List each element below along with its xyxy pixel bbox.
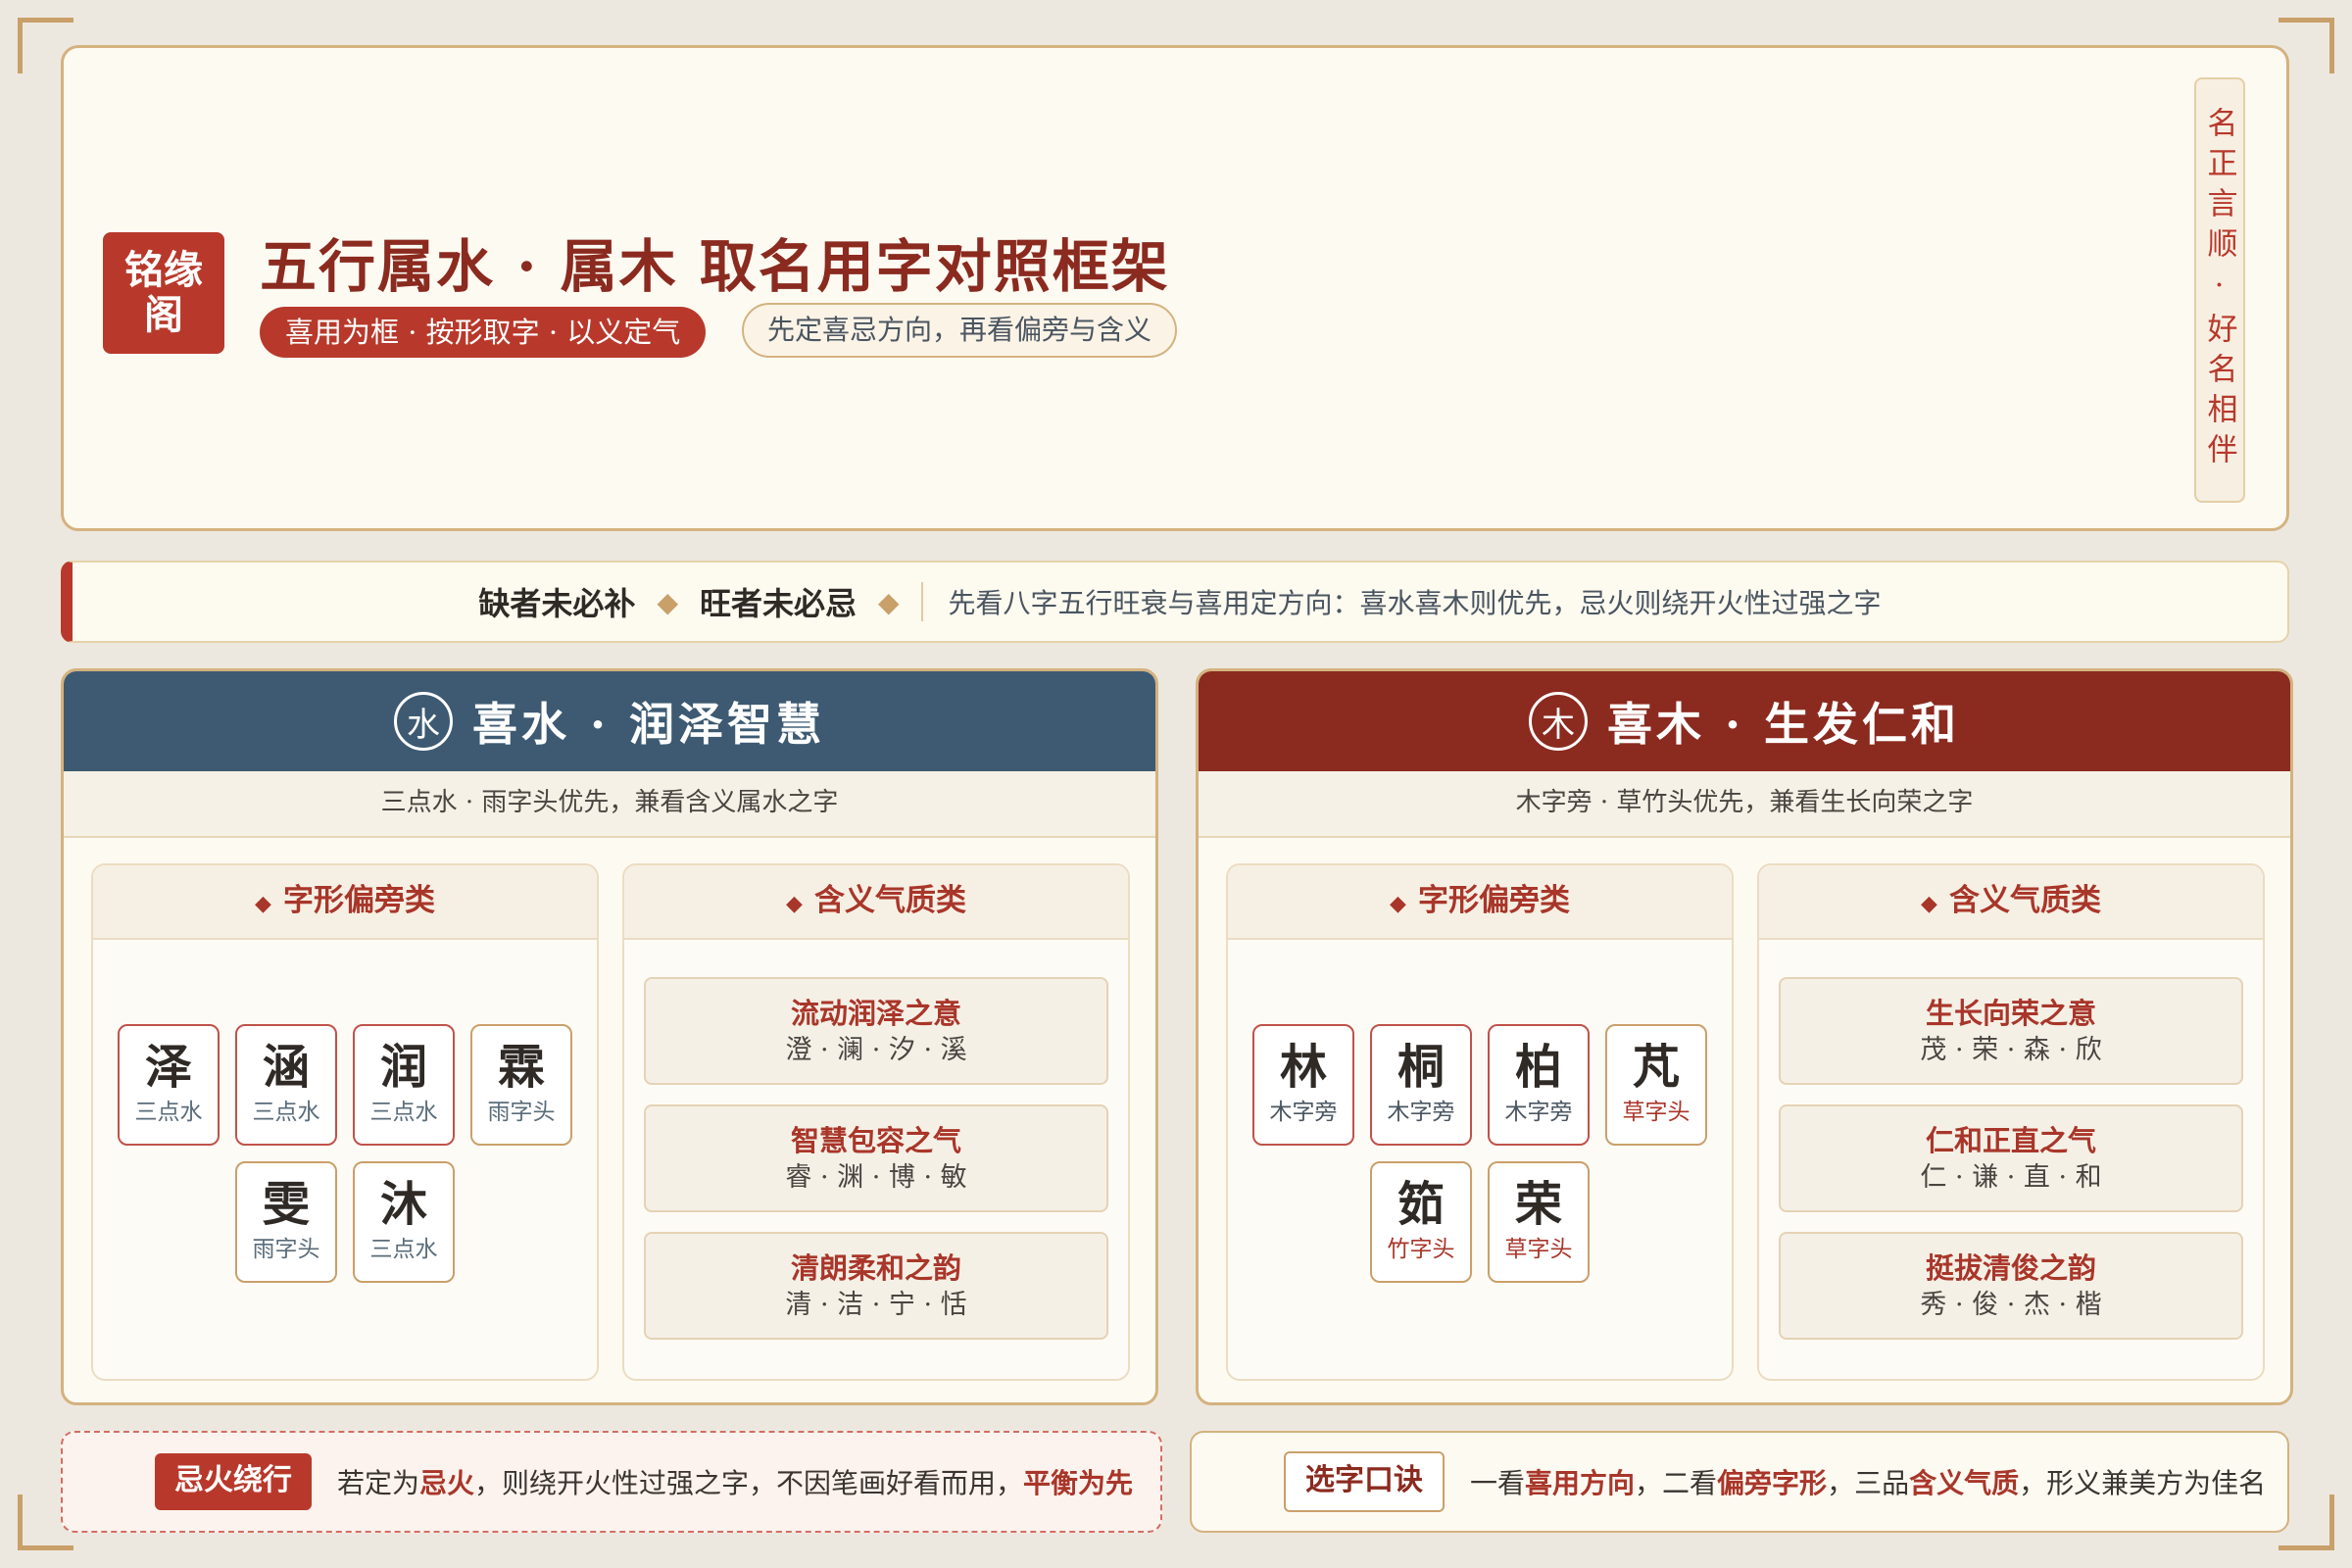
vertical-motto: 名正言顺·好名相伴 [2194, 77, 2245, 503]
water-panel-title: 喜水 · 润泽智慧 [471, 698, 826, 751]
water-panel-subtitle: 三点水 · 雨字头优先，兼看含义属水之字 [64, 771, 1155, 838]
divider [920, 582, 923, 621]
wood-meaning-list: 生长向荣之意茂 · 荣 · 森 · 欣 仁和正直之气仁 · 谦 · 直 · 和 … [1759, 940, 2263, 1340]
water-element-icon: 水 [393, 692, 453, 751]
wood-char-grid: 林木字旁 桐木字旁 柏木字旁 芃草字头 筎竹字头 荣草字头 [1228, 940, 1732, 1283]
water-panel: 水 喜水 · 润泽智慧 三点水 · 雨字头优先，兼看含义属水之字 ◆ 字形偏旁类 … [61, 668, 1158, 1405]
vertical-motto-text: 名正言顺·好名相伴 [2201, 107, 2237, 473]
char-card: 林木字旁 [1252, 1024, 1354, 1146]
selection-tip-tag: 选字口诀 [1284, 1451, 1445, 1512]
char-card: 霖雨字头 [470, 1024, 572, 1146]
char-card: 泽三点水 [118, 1024, 220, 1146]
avoid-fire-text: 若定为忌火，则绕开火性过强之字，不因笔画好看而用，平衡为先 [337, 1467, 1134, 1499]
selection-tip-text: 一看喜用方向，二看偏旁字形，三品含义气质，形义兼美方为佳名 [1470, 1467, 2267, 1499]
principle-point-1: 缺者未必补 [478, 585, 636, 622]
meaning-card: 挺拔清俊之韵秀 · 俊 · 杰 · 楷 [1779, 1232, 2243, 1340]
meaning-card: 仁和正直之气仁 · 谦 · 直 · 和 [1779, 1104, 2243, 1212]
avoid-fire-tag: 忌火绕行 [155, 1453, 312, 1510]
meaning-card: 智慧包容之气睿 · 渊 · 博 · 敏 [644, 1104, 1108, 1212]
diamond-icon: ◆ [657, 585, 678, 618]
char-card: 柏木字旁 [1488, 1024, 1590, 1146]
wood-panel-title: 喜木 · 生发仁和 [1606, 698, 1961, 751]
char-card: 润三点水 [353, 1024, 455, 1146]
wood-element-icon: 木 [1528, 692, 1588, 751]
water-meaning-column: ◆ 含义气质类 流动润泽之意澄 · 澜 · 汐 · 溪 智慧包容之气睿 · 渊 ·… [622, 863, 1130, 1381]
char-card: 筎竹字头 [1370, 1161, 1472, 1283]
char-card: 沐三点水 [353, 1161, 455, 1283]
wood-meaning-column: ◆ 含义气质类 生长向荣之意茂 · 荣 · 森 · 欣 仁和正直之气仁 · 谦 ·… [1757, 863, 2265, 1381]
brand-logo: 铭缘阁 [103, 232, 224, 354]
water-meaning-list: 流动润泽之意澄 · 澜 · 汐 · 溪 智慧包容之气睿 · 渊 · 博 · 敏 … [624, 940, 1128, 1340]
wood-shape-column: ◆ 字形偏旁类 林木字旁 桐木字旁 柏木字旁 芃草字头 筎竹字头 荣草字头 [1226, 863, 1734, 1381]
wood-meaning-heading: ◆ 含义气质类 [1759, 865, 2263, 940]
principle-point-2: 旺者未必忌 [699, 585, 857, 622]
wood-shape-heading: ◆ 字形偏旁类 [1228, 865, 1732, 940]
water-shape-heading: ◆ 字形偏旁类 [93, 865, 597, 940]
wood-panel: 木 喜木 · 生发仁和 木字旁 · 草竹头优先，兼看生长向荣之字 ◆ 字形偏旁类 … [1196, 668, 2293, 1405]
avoid-fire-note: 忌火绕行 若定为忌火，则绕开火性过强之字，不因笔画好看而用，平衡为先 [61, 1431, 1162, 1533]
principle-note: 先看八字五行旺衰与喜用定方向：喜水喜木则优先，忌火则绕开火性过强之字 [948, 587, 1882, 619]
diamond-icon: ◆ [1921, 891, 1937, 916]
meaning-card: 生长向荣之意茂 · 荣 · 森 · 欣 [1779, 977, 2243, 1085]
char-card: 荣草字头 [1488, 1161, 1590, 1283]
water-shape-column: ◆ 字形偏旁类 泽三点水 涵三点水 润三点水 霖雨字头 雯雨字头 沐三点水 [91, 863, 599, 1381]
diamond-icon: ◆ [1390, 891, 1406, 916]
meaning-card: 流动润泽之意澄 · 澜 · 汐 · 溪 [644, 977, 1108, 1085]
char-card: 芃草字头 [1605, 1024, 1707, 1146]
page-title: 五行属水 · 属木 取名用字对照框架 [260, 233, 1170, 300]
wood-panel-header: 木 喜木 · 生发仁和 [1199, 671, 2290, 771]
char-card: 涵三点水 [235, 1024, 337, 1146]
char-card: 雯雨字头 [235, 1161, 337, 1283]
diamond-icon: ◆ [255, 891, 271, 916]
water-meaning-heading: ◆ 含义气质类 [624, 865, 1128, 940]
method-pill: 先定喜忌方向，再看偏旁与含义 [742, 303, 1178, 358]
water-panel-header: 水 喜水 · 润泽智慧 [64, 671, 1155, 771]
principle-bar: 缺者未必补 ◆ 旺者未必忌 ◆ 先看八字五行旺衰与喜用定方向：喜水喜木则优先，忌… [61, 561, 2289, 643]
header-card: 铭缘阁 五行属水 · 属木 取名用字对照框架 喜用为框 · 按形取字 · 以义定… [61, 45, 2289, 531]
selection-tip: 选字口诀 一看喜用方向，二看偏旁字形，三品含义气质，形义兼美方为佳名 [1190, 1431, 2289, 1533]
diamond-icon: ◆ [878, 585, 900, 618]
char-card: 桐木字旁 [1370, 1024, 1472, 1146]
wood-panel-subtitle: 木字旁 · 草竹头优先，兼看生长向荣之字 [1199, 771, 2290, 838]
diamond-icon: ◆ [786, 891, 803, 916]
water-char-grid: 泽三点水 涵三点水 润三点水 霖雨字头 雯雨字头 沐三点水 [93, 940, 597, 1283]
meaning-card: 清朗柔和之韵清 · 洁 · 宁 · 恬 [644, 1232, 1108, 1340]
tagline-pill: 喜用为框 · 按形取字 · 以义定气 [260, 307, 707, 358]
